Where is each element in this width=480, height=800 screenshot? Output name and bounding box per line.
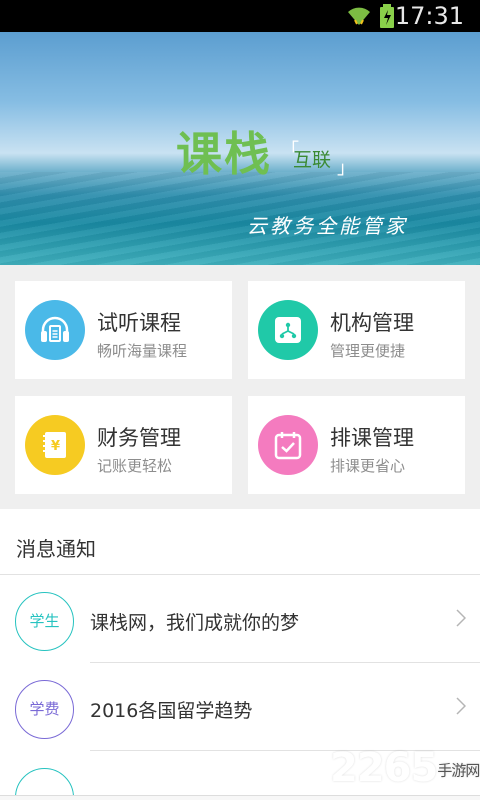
- banner-logo: 课栈: [176, 127, 272, 181]
- feature-subtitle: 管理更便捷: [330, 342, 406, 360]
- sea-texture: [0, 172, 480, 265]
- notice-item[interactable]: 学生 课栈网，我们成就你的梦: [0, 575, 480, 663]
- watermark-number: 2265: [330, 745, 438, 791]
- notice-text: 2016各国留学趋势: [90, 700, 253, 722]
- watermark-site: 手游网: [437, 761, 480, 780]
- notice-badge: 学生: [15, 592, 74, 651]
- feature-title: 排课管理: [330, 426, 414, 450]
- banner-logo-sub: 互联: [293, 149, 332, 171]
- notice-item[interactable]: 学费 2016各国留学趋势: [0, 663, 480, 751]
- calendar-check-icon: [274, 432, 302, 460]
- feature-icon-circle: [258, 415, 318, 475]
- notice-text: 课栈网，我们成就你的梦: [90, 612, 300, 634]
- notice-badge: 学费: [15, 680, 74, 739]
- notice-header: 消息通知: [16, 537, 96, 561]
- chevron-right-icon: [456, 697, 466, 715]
- hero-banner[interactable]: 课栈 「 互联 」 云教务全能管家: [0, 32, 480, 265]
- ledger-yuan-icon: ¥: [43, 432, 66, 458]
- banner-slogan: 云教务全能管家: [247, 214, 408, 238]
- feature-card-trial-course[interactable]: 试听课程 畅听海量课程: [15, 281, 232, 379]
- feature-subtitle: 畅听海量课程: [97, 342, 188, 360]
- feature-subtitle: 记账更轻松: [97, 457, 173, 475]
- feature-title: 财务管理: [97, 426, 181, 450]
- status-bar: 17:31: [0, 0, 480, 32]
- bottom-tab-bar[interactable]: [0, 795, 480, 800]
- feature-icon-circle: ¥: [25, 415, 85, 475]
- feature-title: 机构管理: [330, 311, 414, 335]
- wifi-icon: [348, 7, 370, 25]
- feature-icon-circle: [258, 300, 318, 360]
- feature-subtitle: 排课更省心: [330, 457, 406, 475]
- feature-title: 试听课程: [97, 311, 181, 335]
- banner-bracket-right: 」: [337, 158, 355, 179]
- watermark: 2265手游网: [330, 745, 480, 791]
- headphones-icon: [41, 316, 69, 342]
- feature-icon-circle: [25, 300, 85, 360]
- feature-card-org-management[interactable]: 机构管理 管理更便捷: [248, 281, 465, 379]
- chevron-right-icon: [456, 609, 466, 627]
- svg-text:¥: ¥: [51, 439, 60, 454]
- battery-charging-icon: [380, 4, 394, 28]
- org-tree-icon: [275, 317, 301, 343]
- status-time: 17:31: [394, 2, 464, 30]
- feature-card-scheduling[interactable]: 排课管理 排课更省心: [248, 396, 465, 494]
- feature-card-finance[interactable]: ¥ 财务管理 记账更轻松: [15, 396, 232, 494]
